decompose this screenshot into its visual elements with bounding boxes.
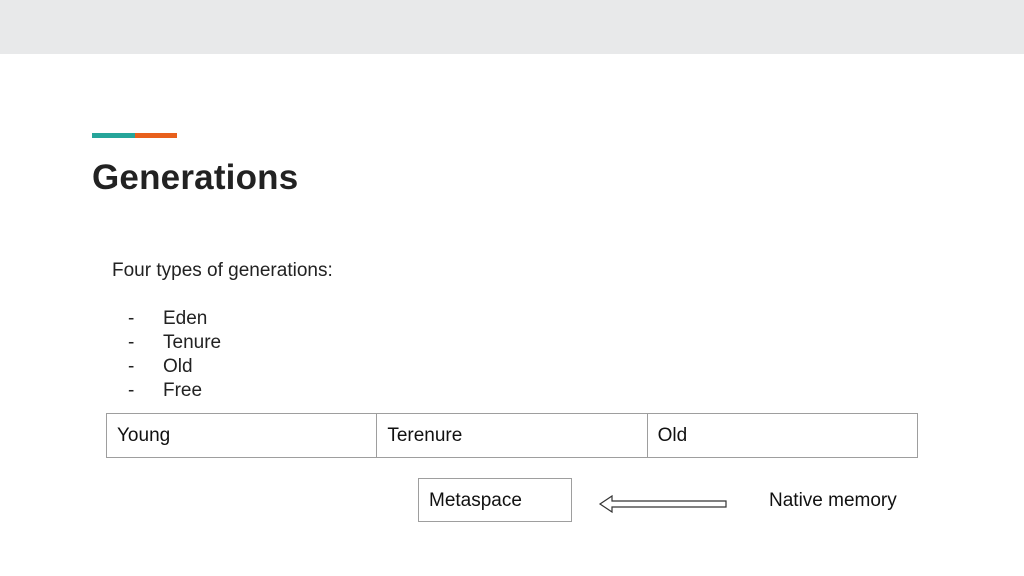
table-row: Young Terenure Old xyxy=(105,413,919,458)
native-memory-label: Native memory xyxy=(769,490,897,511)
list-marker: - xyxy=(128,332,135,353)
list-item: - Tenure xyxy=(128,331,221,355)
generation-list: - Eden - Tenure - Old - Free xyxy=(128,307,221,403)
table-cell-terenure: Terenure xyxy=(376,413,648,458)
list-item-label: Eden xyxy=(163,308,208,329)
table-cell-young: Young xyxy=(105,413,378,458)
list-item-label: Free xyxy=(163,380,203,401)
list-item-label: Old xyxy=(163,356,193,377)
intro-text: Four types of generations: xyxy=(112,260,333,281)
list-item: - Old xyxy=(128,355,221,379)
list-marker: - xyxy=(128,380,135,401)
list-item: - Free xyxy=(128,379,221,403)
list-marker: - xyxy=(128,308,135,329)
accent-bar-orange xyxy=(135,133,177,138)
list-item: - Eden xyxy=(128,307,221,331)
metaspace-box: Metaspace xyxy=(418,478,572,522)
accent-bar-teal xyxy=(92,133,135,138)
table-cell-old: Old xyxy=(646,413,919,458)
slide-title: Generations xyxy=(92,158,299,197)
list-marker: - xyxy=(128,356,135,377)
list-item-label: Tenure xyxy=(163,332,222,353)
generations-table: Young Terenure Old xyxy=(105,413,919,458)
top-bar xyxy=(0,0,1024,54)
left-arrow-icon xyxy=(598,494,727,514)
